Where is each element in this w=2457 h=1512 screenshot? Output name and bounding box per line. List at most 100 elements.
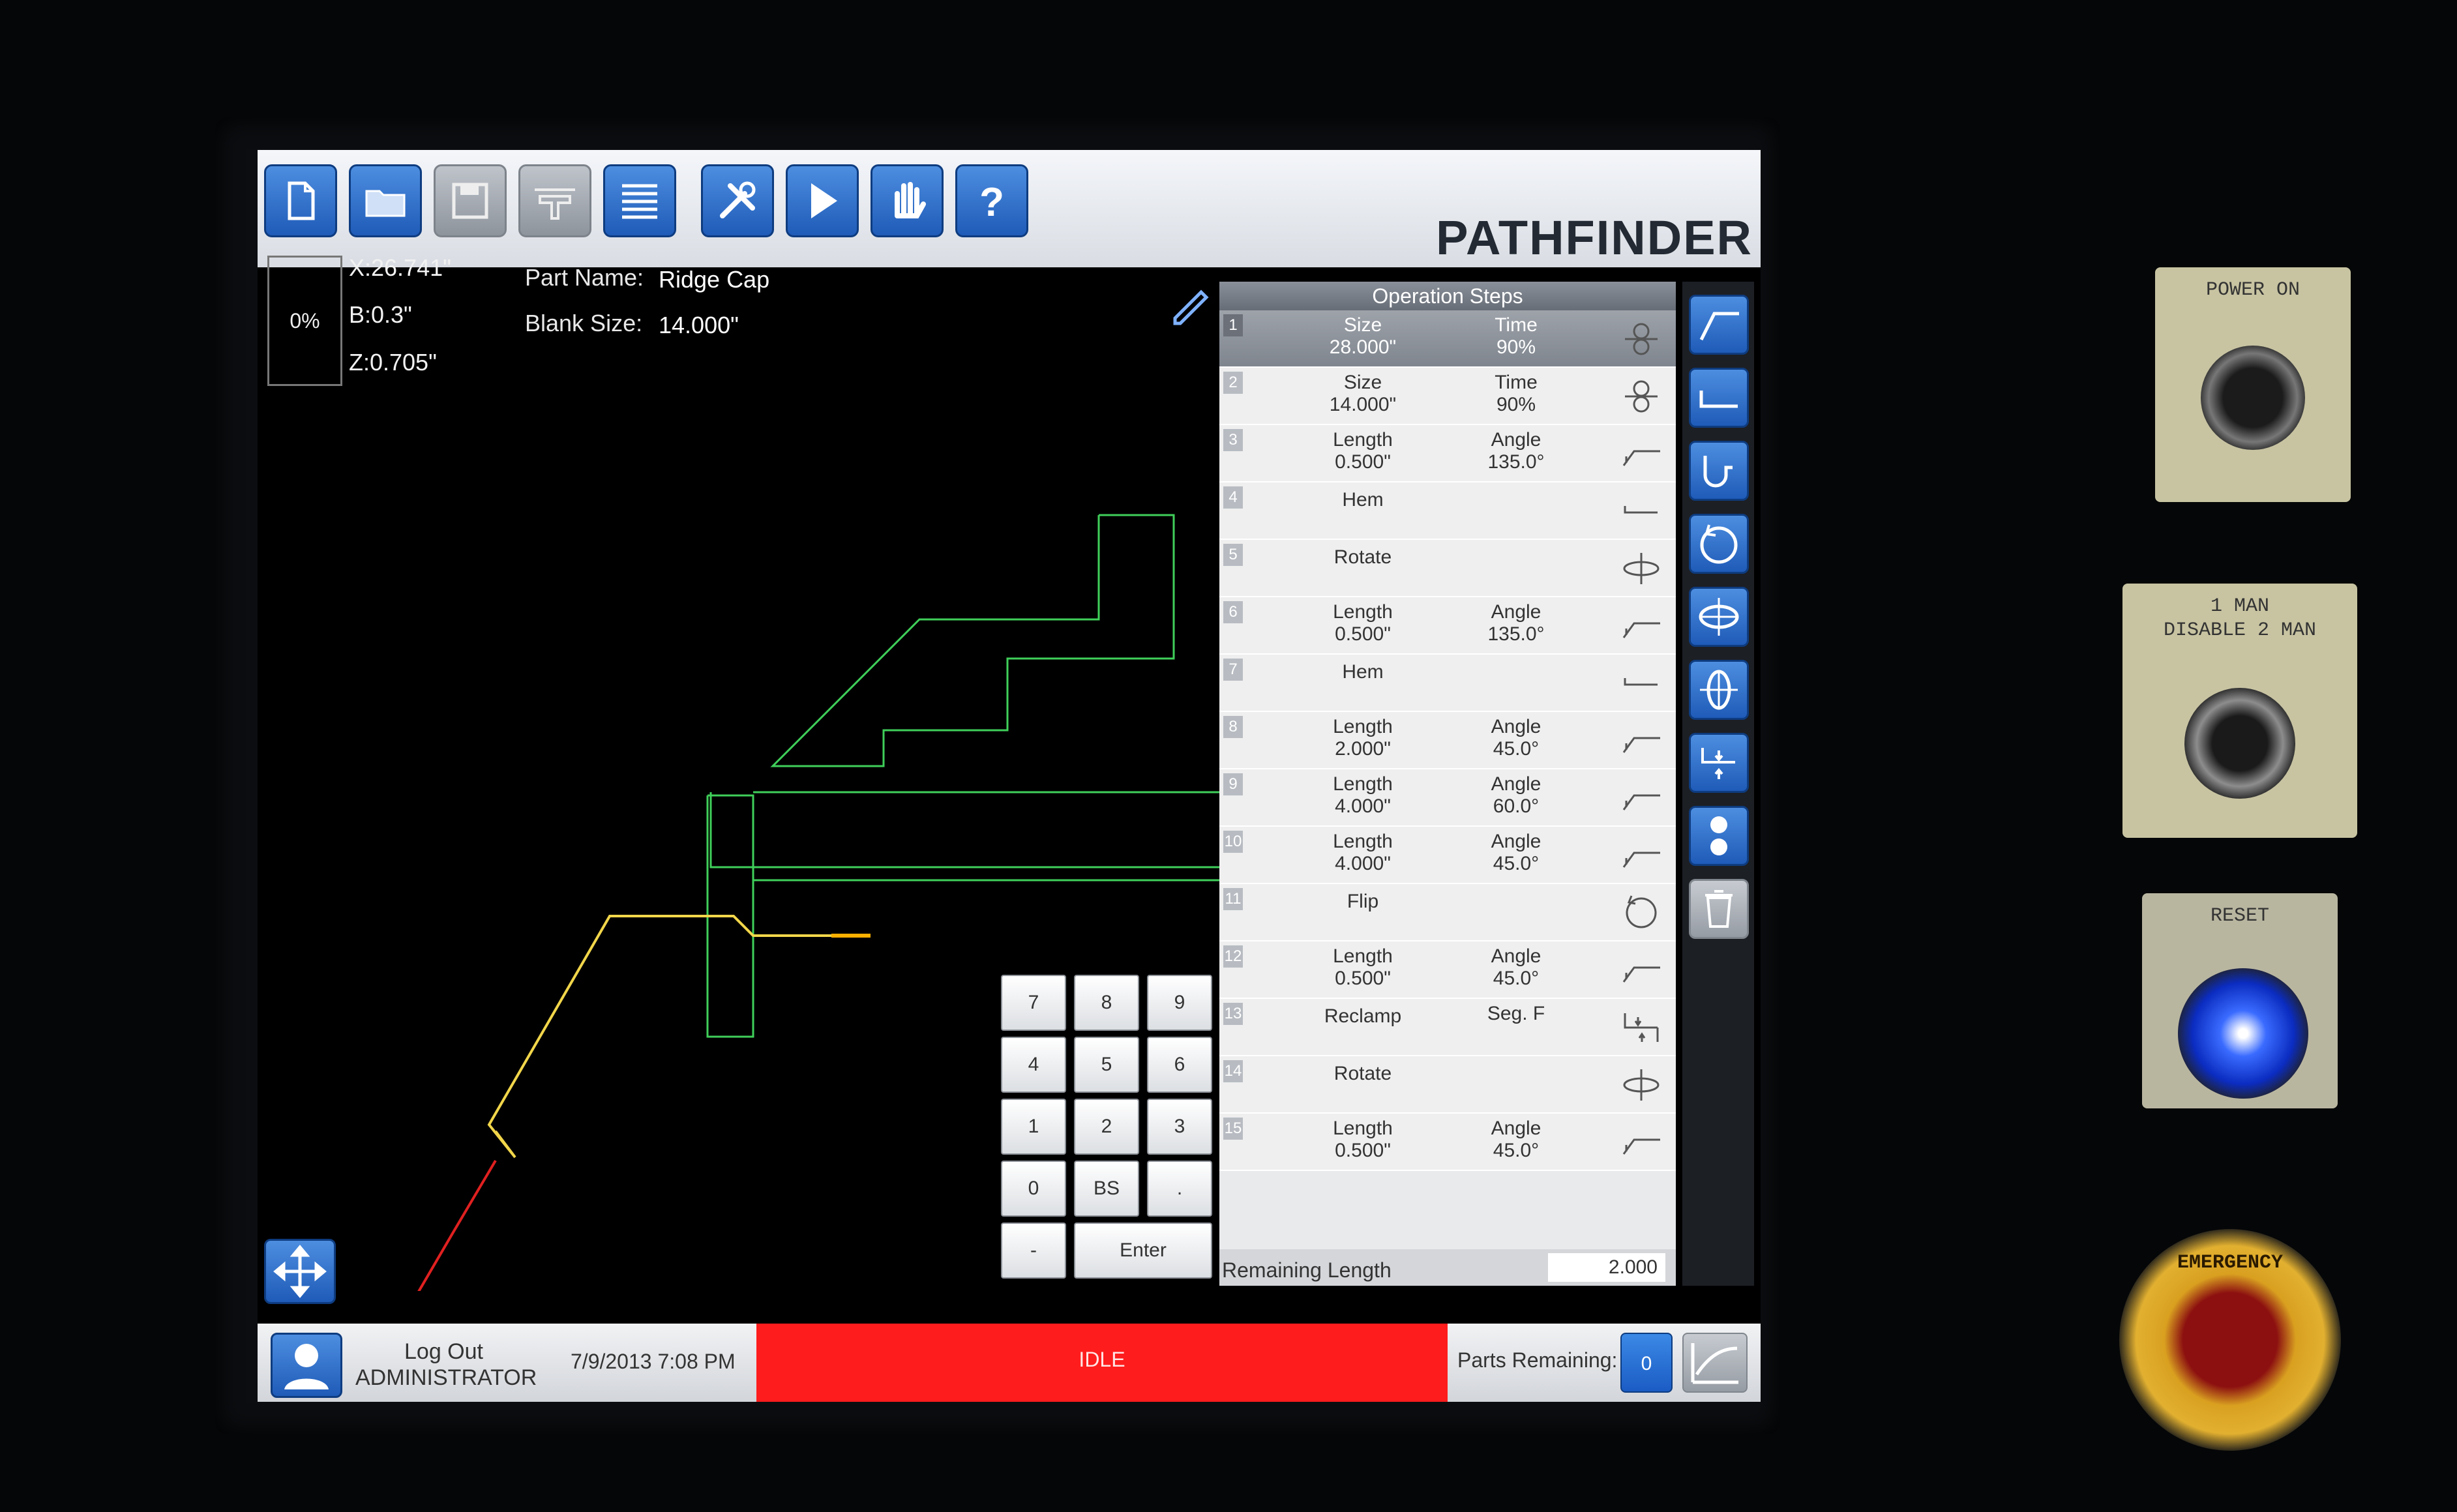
operation-step-row[interactable]: 2 Size 14.000" Time 90% bbox=[1219, 368, 1676, 425]
step-right-label: Angle bbox=[1491, 945, 1541, 967]
user-button[interactable] bbox=[271, 1333, 342, 1398]
key-1[interactable]: 1 bbox=[1001, 1099, 1066, 1155]
sheet-profile-yellow bbox=[487, 915, 844, 1159]
key-5[interactable]: 5 bbox=[1074, 1037, 1139, 1093]
step-right-value: 45.0° bbox=[1493, 853, 1540, 874]
add-hem-button[interactable] bbox=[1689, 441, 1749, 501]
logout-link[interactable]: Log Out bbox=[404, 1339, 483, 1365]
key-6[interactable]: 6 bbox=[1147, 1037, 1212, 1093]
date-time: 7/9/2013 7:08 PM bbox=[571, 1350, 736, 1373]
key-9[interactable]: 9 bbox=[1147, 975, 1212, 1031]
add-bend-flat-button[interactable] bbox=[1689, 368, 1749, 428]
bend-icon bbox=[1622, 966, 1660, 983]
operation-step-row[interactable]: 4 Hem bbox=[1219, 482, 1676, 540]
step-number: 11 bbox=[1223, 888, 1243, 910]
key-4[interactable]: 4 bbox=[1001, 1037, 1066, 1093]
clamp-icon bbox=[1625, 380, 1658, 413]
parts-remaining-label: Parts Remaining: bbox=[1457, 1348, 1618, 1372]
run-button[interactable] bbox=[786, 164, 859, 237]
tooling-button[interactable] bbox=[518, 164, 591, 237]
blank-size-label: Blank Size: bbox=[525, 310, 643, 336]
reset-button[interactable] bbox=[2178, 968, 2308, 1099]
add-flip-button[interactable] bbox=[1689, 514, 1749, 574]
step-left-cell: Length 0.500" bbox=[1298, 601, 1428, 645]
step-right-cell: Angle 135.0° bbox=[1451, 429, 1581, 473]
numeric-keypad: 7 8 9 4 5 6 1 2 3 0 BS . - Enter bbox=[1001, 975, 1216, 1288]
edit-pen-icon[interactable] bbox=[1167, 280, 1213, 326]
operation-step-row[interactable]: 15 Length 0.500" Angle 45.0° bbox=[1219, 1114, 1676, 1171]
step-right-cell: Time 90% bbox=[1451, 372, 1581, 416]
step-left-label: Flip bbox=[1347, 891, 1379, 912]
step-number: 8 bbox=[1223, 716, 1243, 738]
operation-step-row[interactable]: 6 Length 0.500" Angle 135.0° bbox=[1219, 597, 1676, 655]
operation-step-row[interactable]: 3 Length 0.500" Angle 135.0° bbox=[1219, 425, 1676, 482]
key-2[interactable]: 2 bbox=[1074, 1099, 1139, 1155]
key-7[interactable]: 7 bbox=[1001, 975, 1066, 1031]
help-button[interactable]: ? bbox=[955, 164, 1028, 237]
step-left-value: 0.500" bbox=[1335, 623, 1391, 645]
tools-button[interactable] bbox=[701, 164, 774, 237]
key-8[interactable]: 8 bbox=[1074, 975, 1139, 1031]
main-toolbar: ? PATHFINDER bbox=[258, 150, 1761, 267]
delete-step-button[interactable] bbox=[1689, 879, 1749, 939]
key-backspace[interactable]: BS bbox=[1074, 1161, 1139, 1217]
add-reclamp-button[interactable] bbox=[1689, 733, 1749, 793]
new-file-button[interactable] bbox=[264, 164, 337, 237]
open-file-button[interactable] bbox=[349, 164, 422, 237]
step-left-label: Hem bbox=[1342, 489, 1384, 511]
bend-flat-icon bbox=[1699, 391, 1738, 408]
key-3[interactable]: 3 bbox=[1147, 1099, 1212, 1155]
rotate-horizontal-icon bbox=[1699, 598, 1739, 636]
save-button[interactable] bbox=[434, 164, 507, 237]
add-rotate-vertical-button[interactable] bbox=[1689, 660, 1749, 720]
list-icon bbox=[622, 184, 657, 219]
operation-step-row[interactable]: 9 Length 4.000" Angle 60.0° bbox=[1219, 769, 1676, 827]
operator-mode-key-switch[interactable] bbox=[2184, 688, 2295, 799]
hmi-screen: ? PATHFINDER 0% X:26.741" B:0.3" Z:0.705… bbox=[258, 150, 1761, 1402]
operation-step-row[interactable]: 1 Size 28.000" Time 90% bbox=[1219, 310, 1676, 368]
key-enter[interactable]: Enter bbox=[1074, 1223, 1212, 1279]
reset-label: RESET bbox=[2210, 905, 2269, 927]
step-left-cell: Hem bbox=[1298, 489, 1428, 511]
step-right-label: Angle bbox=[1491, 429, 1541, 451]
operation-step-row[interactable]: 8 Length 2.000" Angle 45.0° bbox=[1219, 712, 1676, 769]
step-left-label: Length bbox=[1333, 1118, 1393, 1139]
move-arrows-icon bbox=[273, 1245, 327, 1298]
step-left-value: 0.500" bbox=[1335, 451, 1391, 473]
operation-step-row[interactable]: 10 Length 4.000" Angle 45.0° bbox=[1219, 827, 1676, 884]
part-graph-button[interactable] bbox=[1682, 1333, 1748, 1393]
step-right-label: Angle bbox=[1491, 831, 1541, 852]
step-number: 15 bbox=[1223, 1118, 1243, 1140]
tools-icon bbox=[720, 181, 756, 218]
operation-steps-panel: Operation Steps 1 Size 28.000" Time 90% 2 Size… bbox=[1219, 282, 1676, 1286]
key-minus[interactable]: - bbox=[1001, 1223, 1066, 1279]
step-right-cell: Seg. F bbox=[1451, 1003, 1581, 1025]
operation-step-row[interactable]: 13 Reclamp Seg. F bbox=[1219, 999, 1676, 1056]
part-name-label: Part Name: bbox=[525, 264, 644, 291]
key-decimal[interactable]: . bbox=[1147, 1161, 1212, 1217]
parts-remaining-value[interactable]: 0 bbox=[1620, 1333, 1673, 1393]
operation-step-row[interactable]: 7 Hem bbox=[1219, 655, 1676, 712]
add-bend-up-button[interactable] bbox=[1689, 295, 1749, 355]
step-right-label: Seg. F bbox=[1487, 1003, 1545, 1024]
stop-button[interactable] bbox=[871, 164, 944, 237]
operation-step-row[interactable]: 11 Flip bbox=[1219, 884, 1676, 941]
reclamp-icon bbox=[1624, 1013, 1659, 1042]
power-on-panel: POWER ON bbox=[2155, 267, 2351, 502]
step-number: 12 bbox=[1223, 945, 1243, 968]
x-coordinate: X:26.741" bbox=[349, 254, 451, 281]
add-rotate-horizontal-button[interactable] bbox=[1689, 587, 1749, 647]
step-right-value: 45.0° bbox=[1493, 738, 1540, 760]
operation-step-row[interactable]: 5 Rotate bbox=[1219, 540, 1676, 597]
key-0[interactable]: 0 bbox=[1001, 1161, 1066, 1217]
operation-step-row[interactable]: 12 Length 0.500" Angle 45.0° bbox=[1219, 941, 1676, 999]
add-clamp-button[interactable] bbox=[1689, 806, 1749, 866]
step-left-label: Length bbox=[1333, 716, 1393, 737]
power-on-switch[interactable] bbox=[2201, 346, 2305, 450]
step-number: 6 bbox=[1223, 601, 1243, 623]
save-icon bbox=[452, 183, 488, 219]
program-list-button[interactable] bbox=[603, 164, 676, 237]
step-right-label: Angle bbox=[1491, 601, 1541, 623]
operation-step-row[interactable]: 14 Rotate bbox=[1219, 1056, 1676, 1114]
pan-view-button[interactable] bbox=[264, 1239, 336, 1304]
